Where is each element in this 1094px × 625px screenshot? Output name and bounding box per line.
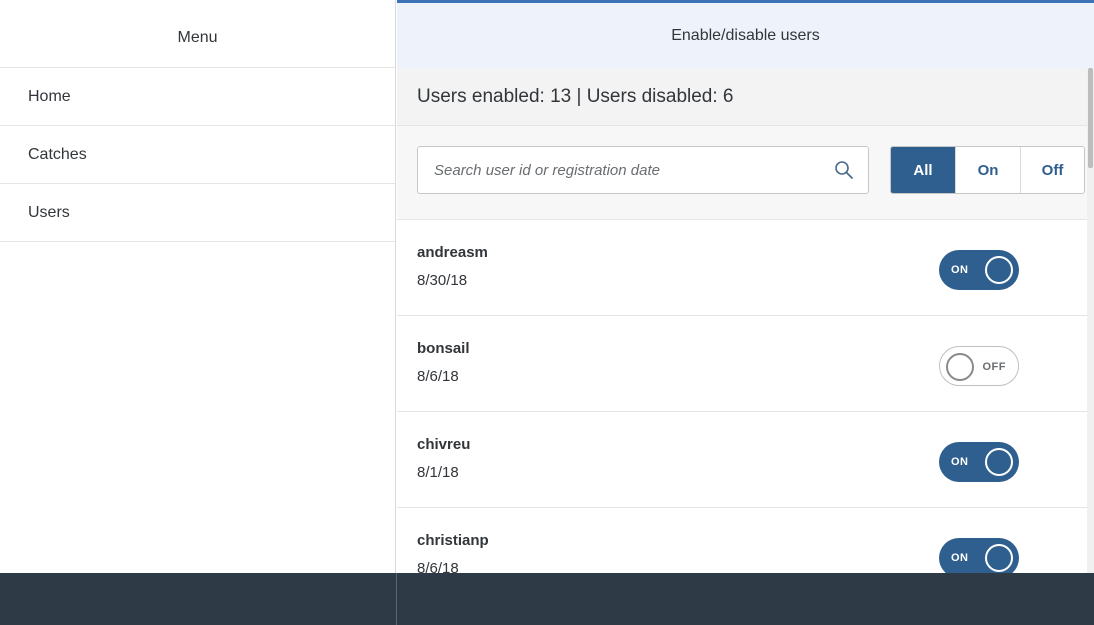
- menu-header: Menu: [0, 0, 395, 68]
- switch-state-label: ON: [951, 552, 969, 564]
- registration-date: 8/30/18: [417, 272, 468, 289]
- menu-item-home[interactable]: Home: [0, 68, 395, 126]
- user-stats-bar: Users enabled: 13 | Users disabled: 6: [397, 68, 1087, 126]
- menu-item-users[interactable]: Users: [0, 184, 395, 242]
- filter-all-label: All: [913, 161, 933, 179]
- enable-switch[interactable]: ON: [939, 250, 1019, 290]
- filter-toolbar: Search user id or registration date All …: [397, 126, 1087, 220]
- user-id: christianp: [417, 532, 489, 549]
- filter-on-label: On: [977, 161, 999, 179]
- detail-content[interactable]: Users enabled: 13 | Users disabled: 6 Se…: [397, 68, 1087, 573]
- user-id: andreasm: [417, 244, 488, 261]
- master-footer: [0, 573, 396, 625]
- registration-date: 8/6/18: [417, 368, 459, 385]
- registration-date: 8/1/18: [417, 464, 459, 481]
- switch-knob: [946, 353, 974, 381]
- filter-off-button[interactable]: Off: [1021, 147, 1084, 193]
- menu-item-label: Catches: [28, 145, 87, 163]
- list-item: andreasm 8/30/18 ON: [397, 220, 1087, 316]
- user-stats-text: Users enabled: 13 | Users disabled: 6: [417, 85, 734, 107]
- menu-item-label: Users: [28, 203, 70, 221]
- filter-segmented-button: All On Off: [890, 146, 1085, 194]
- scrollbar-thumb[interactable]: [1088, 68, 1093, 168]
- list-item: bonsail 8/6/18 OFF: [397, 316, 1087, 412]
- switch-knob: [985, 544, 1013, 572]
- switch-state-label: ON: [951, 264, 969, 276]
- search-icon[interactable]: [820, 147, 868, 193]
- filter-all-button[interactable]: All: [891, 147, 956, 193]
- master-pane: Menu Home Catches Users: [0, 0, 396, 625]
- switch-state-label: OFF: [982, 361, 1006, 373]
- detail-pane: Enable/disable users Users enabled: 13 |…: [397, 0, 1094, 625]
- menu-title: Menu: [177, 28, 218, 46]
- search-placeholder: Search user id or registration date: [434, 161, 660, 179]
- menu-item-catches[interactable]: Catches: [0, 126, 395, 184]
- menu-item-label: Home: [28, 87, 71, 105]
- scrollbar[interactable]: [1087, 68, 1094, 573]
- detail-header: Enable/disable users: [397, 0, 1094, 68]
- detail-footer: [397, 573, 1094, 625]
- user-id: chivreu: [417, 436, 471, 453]
- filter-off-label: Off: [1041, 161, 1064, 179]
- registration-date: 8/6/18: [417, 560, 459, 573]
- switch-state-label: ON: [951, 456, 969, 468]
- list-item: chivreu 8/1/18 ON: [397, 412, 1087, 508]
- switch-knob: [985, 448, 1013, 476]
- enable-switch[interactable]: ON: [939, 442, 1019, 482]
- filter-on-button[interactable]: On: [956, 147, 1021, 193]
- page-title: Enable/disable users: [671, 26, 820, 44]
- switch-knob: [985, 256, 1013, 284]
- enable-switch[interactable]: ON: [939, 538, 1019, 573]
- enable-switch[interactable]: OFF: [939, 346, 1019, 386]
- list-item: christianp 8/6/18 ON: [397, 508, 1087, 573]
- footer-divider: [396, 573, 397, 625]
- user-id: bonsail: [417, 340, 470, 357]
- search-input[interactable]: Search user id or registration date: [417, 146, 869, 194]
